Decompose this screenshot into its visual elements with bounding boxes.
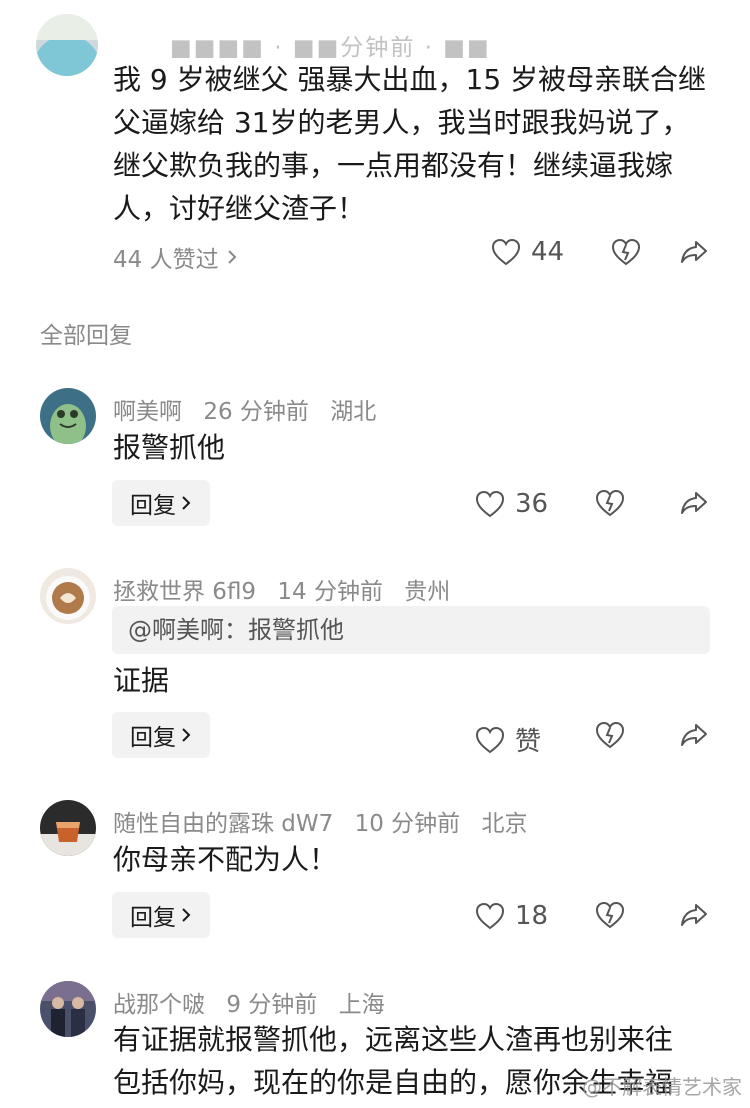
likers-label: 44 人赞过: [113, 247, 219, 273]
broken-heart-icon: [611, 238, 641, 266]
reply-author[interactable]: 拯救世界 6fl9: [113, 579, 256, 605]
reply-text-line-1: 有证据就报警抓他，远离这些人渣再也别来往: [113, 1023, 674, 1056]
heart-icon: [475, 902, 505, 930]
share-arrow-icon: [681, 492, 707, 514]
share-arrow-icon: [681, 724, 707, 746]
comment-meta: ■■■■ · ■■分钟前 · ■■: [170, 35, 491, 61]
broken-heart-icon: [595, 721, 625, 749]
chevron-right-icon: [182, 496, 191, 510]
reply-location: 贵州: [404, 579, 451, 605]
reply-location: 上海: [338, 992, 385, 1018]
chevron-right-icon: [182, 728, 191, 742]
reply-button-label: 回复: [130, 905, 176, 931]
reply-button[interactable]: 回复: [112, 892, 210, 938]
avatar[interactable]: [40, 981, 96, 1037]
reply-button-label: 回复: [130, 725, 176, 751]
reply-location: 湖北: [330, 399, 377, 425]
like-button[interactable]: 36: [475, 489, 548, 519]
avatar[interactable]: [40, 800, 96, 856]
reply-button[interactable]: 回复: [112, 712, 210, 758]
comment-text-line-1: 我 9 岁被继父 强暴大出血，15 岁被母亲联合继: [113, 63, 707, 96]
reply-time: 10 分钟前: [354, 811, 461, 837]
avatar[interactable]: [40, 388, 96, 444]
reply-meta: 战那个啵 9 分钟前 上海: [113, 985, 399, 1019]
reply-meta: 随性自由的露珠 dW7 10 分钟前 北京: [113, 804, 542, 838]
chevron-right-icon: [182, 908, 191, 922]
dislike-button[interactable]: [595, 489, 625, 517]
reply-time: 26 分钟前: [203, 399, 309, 425]
like-count: 44: [531, 237, 565, 267]
reply-text: 报警抓他: [113, 431, 226, 464]
chevron-right-icon: [227, 250, 236, 264]
heart-icon: [491, 238, 521, 266]
heart-icon: [475, 490, 505, 518]
broken-heart-icon: [595, 489, 625, 517]
avatar[interactable]: [40, 568, 96, 624]
avatar[interactable]: [36, 14, 98, 76]
dislike-button[interactable]: [595, 901, 625, 929]
reply-author[interactable]: 啊美啊: [113, 399, 182, 425]
reply-author[interactable]: 随性自由的露珠 dW7: [113, 811, 333, 837]
watermark: @不解表情艺术家: [582, 1075, 742, 1099]
like-button[interactable]: 44: [491, 237, 564, 267]
share-button[interactable]: [679, 490, 709, 516]
quoted-reply: @啊美啊：报警抓他: [112, 606, 710, 654]
share-button[interactable]: [679, 239, 709, 265]
reply-button-label: 回复: [130, 493, 176, 519]
comment-text-line-3: 继父欺负我的事，一点用都没有！继续逼我嫁: [113, 149, 674, 182]
comment-text-line-2: 父逼嫁给 31岁的老男人，我当时跟我妈说了，: [113, 106, 690, 139]
like-button[interactable]: 18: [475, 901, 548, 931]
reply-text: 证据: [113, 664, 170, 697]
heart-icon: [475, 726, 505, 753]
reply-time: 14 分钟前: [277, 579, 383, 605]
reply-author[interactable]: 战那个啵: [113, 992, 205, 1018]
reply-meta: 啊美啊 26 分钟前 湖北: [113, 392, 390, 426]
like-count: 赞: [515, 727, 542, 757]
reply-meta: 拯救世界 6fl9 14 分钟前 贵州: [113, 572, 464, 606]
share-button[interactable]: [679, 722, 709, 748]
section-title: 全部回复: [40, 323, 132, 349]
like-count: 18: [515, 901, 549, 931]
like-count: 36: [515, 489, 549, 519]
comment-text-line-4: 人，讨好继父渣子！: [113, 192, 366, 225]
reply-time: 9 分钟前: [226, 992, 318, 1018]
reply-button[interactable]: 回复: [112, 480, 210, 526]
share-arrow-icon: [681, 904, 707, 926]
dislike-button[interactable]: [595, 721, 625, 749]
like-button[interactable]: 赞: [475, 721, 541, 758]
share-arrow-icon: [681, 241, 707, 263]
reply-location: 北京: [481, 811, 528, 837]
reply-text: 你母亲不配为人！: [113, 843, 338, 876]
likers-link[interactable]: 44 人赞过: [113, 240, 237, 274]
broken-heart-icon: [595, 901, 625, 929]
share-button[interactable]: [679, 902, 709, 928]
dislike-button[interactable]: [611, 238, 641, 266]
